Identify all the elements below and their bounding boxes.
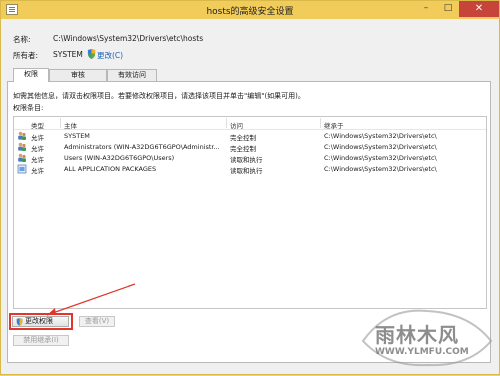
watermark-url: WWW.YLMFU.COM [375,347,469,357]
view-button[interactable]: 查看(V) [79,316,115,327]
table-row[interactable]: 允许 SYSTEM 完全控制 C:\Windows\System32\Drive… [14,131,486,142]
row-type: 允许 [31,156,44,164]
minimize-button[interactable]: – [415,1,437,17]
row-inherited: C:\Windows\System32\Drivers\etc\ [324,143,437,151]
owner-label: 所有者: [13,51,39,60]
maximize-button[interactable]: □ [437,1,459,17]
tab-auditing[interactable]: 审核 [49,69,107,81]
users-icon [18,142,26,151]
permission-entries-list[interactable]: 类型 主体 访问 继承于 允许 SYSTEM 完全控制 C:\Windows\S… [13,116,487,309]
row-principal: ALL APPLICATION PACKAGES [64,165,157,173]
header-divider [14,129,486,130]
watermark-text: 雨林木风 [375,323,459,347]
row-type: 允许 [31,145,44,153]
table-row[interactable]: 允许 ALL APPLICATION PACKAGES 读取和执行 C:\Win… [14,164,486,175]
row-access: 完全控制 [230,145,256,153]
name-label: 名称: [13,35,31,44]
row-access: 读取和执行 [230,156,263,164]
advanced-security-window: hosts的高级安全设置 – □ ✕ 名称: C:\Windows\System… [0,0,500,375]
table-row[interactable]: 允许 Users (WIN-A32DG6T6GPO\Users) 读取和执行 C… [14,153,486,164]
column-separator [226,118,227,128]
tab-permissions[interactable]: 权限 [13,68,49,82]
row-inherited: C:\Windows\System32\Drivers\etc\ [324,132,437,140]
row-type: 允许 [31,167,44,175]
title-bar[interactable]: hosts的高级安全设置 – □ ✕ [1,1,499,19]
users-icon [18,131,26,140]
row-access: 读取和执行 [230,167,263,175]
owner-change-link[interactable]: 更改(C) [97,50,123,61]
column-separator [320,118,321,128]
row-access: 完全控制 [230,134,256,142]
row-type: 允许 [31,134,44,142]
row-inherited: C:\Windows\System32\Drivers\etc\ [324,165,437,173]
tab-effective-access[interactable]: 有效访问 [107,69,157,81]
entries-label: 权限条目: [13,104,44,112]
column-separator [60,118,61,128]
row-principal: SYSTEM [64,132,90,140]
shield-icon [87,49,96,59]
name-value: C:\Windows\System32\Drivers\etc\hosts [53,34,204,43]
highlight-box [9,313,73,330]
users-icon [18,153,26,162]
row-principal: Administrators (WIN-A32DG6T6GPO\Administ… [64,143,220,151]
disable-inheritance-button[interactable]: 禁用继承(I) [13,335,69,346]
package-icon [17,164,27,174]
row-inherited: C:\Windows\System32\Drivers\etc\ [324,154,437,162]
instructions-text: 如需其他信息，请双击权限项目。若要修改权限项目，请选择该项目并单击"编辑"(如果… [13,92,305,100]
owner-value: SYSTEM [53,50,83,59]
close-button[interactable]: ✕ [459,1,499,17]
row-principal: Users (WIN-A32DG6T6GPO\Users) [64,154,175,162]
table-row[interactable]: 允许 Administrators (WIN-A32DG6T6GPO\Admin… [14,142,486,153]
